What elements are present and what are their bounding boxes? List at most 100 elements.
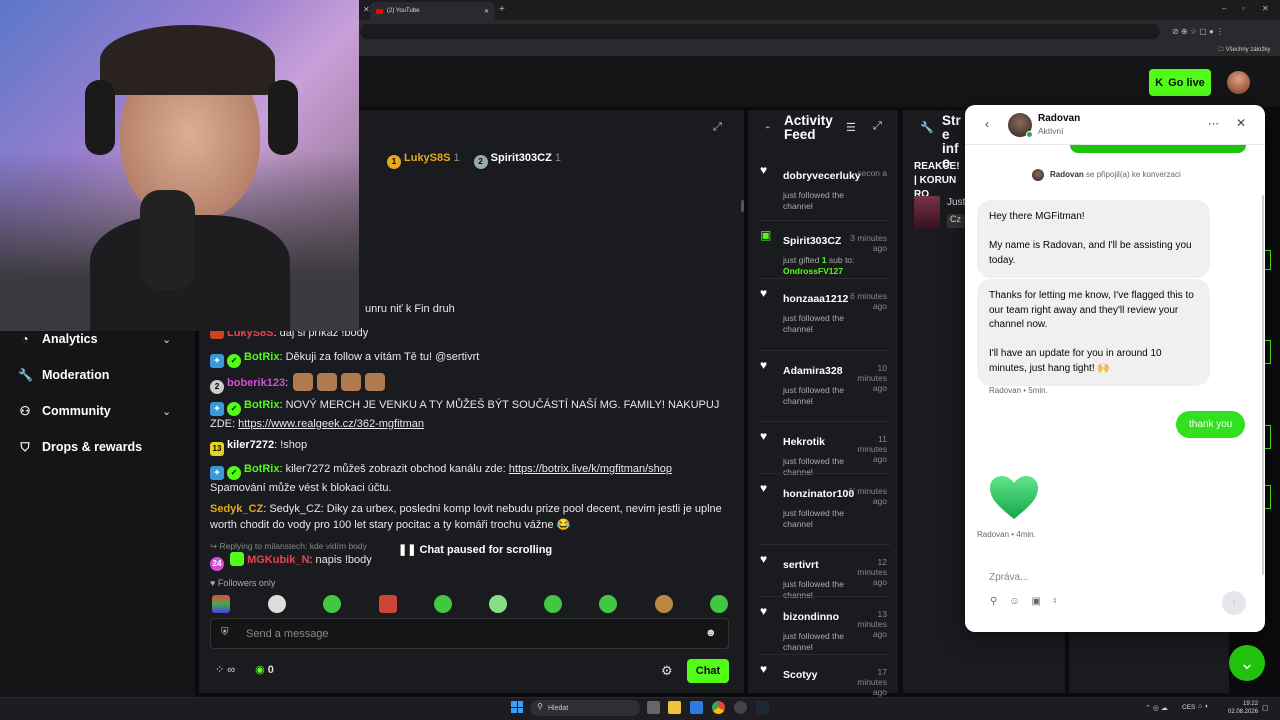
community-icon: ⚇ xyxy=(19,404,31,418)
message-text: Spamování může vést k blokaci účtu. xyxy=(210,482,392,494)
emote-icon[interactable] xyxy=(489,595,507,613)
emote-icon[interactable] xyxy=(212,595,230,613)
clock[interactable]: 19:22 02.08.2026 xyxy=(1228,700,1258,716)
username[interactable]: kiler7272 xyxy=(227,439,274,451)
chat-message-input[interactable]: Send a message xyxy=(210,618,729,649)
sidebar-item-label: Community xyxy=(42,404,111,418)
gift-icon: ⛉ xyxy=(20,440,30,454)
shield-icon[interactable]: ⛨ xyxy=(221,627,229,638)
emoji-picker-icon[interactable]: ☻ xyxy=(705,627,717,639)
notification-icon[interactable]: ◻ xyxy=(1262,703,1269,712)
webcam-overlay xyxy=(0,0,359,331)
network-icon[interactable]: ⌂ ◖ xyxy=(1198,703,1208,710)
username[interactable]: BotRix xyxy=(244,351,279,363)
sidebar-item-moderation[interactable]: 🔧 Moderation xyxy=(18,368,109,382)
all-bookmarks-link[interactable]: 🗀 Všechny záložky xyxy=(1218,45,1270,55)
activity-username[interactable]: Spirit303CZ xyxy=(783,235,841,247)
window-close-icon[interactable]: ✕ xyxy=(1262,4,1269,13)
chevron-down-icon[interactable]: ⌄ xyxy=(1229,645,1265,681)
viewers-stat[interactable]: ⁘ ∞ xyxy=(215,663,235,676)
tag-chip[interactable]: Cz xyxy=(947,214,965,228)
browser-tab-youtube[interactable]: (2) YouTube ✕ xyxy=(370,2,495,20)
sidebar-item-analytics[interactable]: ◔ Analytics xyxy=(18,332,97,346)
url-input[interactable] xyxy=(360,24,1160,39)
go-live-button[interactable]: K Go live xyxy=(1149,69,1211,96)
emote-icon[interactable] xyxy=(323,595,341,613)
chevron-down-icon[interactable]: ⌄ xyxy=(162,405,171,418)
rank-badge: 2 xyxy=(473,155,488,169)
extensions-icon[interactable]: ⊘ ⊕ ☆ ▢ ● ⋮ xyxy=(1172,27,1224,36)
username[interactable]: BotRix xyxy=(244,463,279,475)
maximize-icon[interactable]: ▫ xyxy=(1242,4,1245,13)
new-tab-icon[interactable]: + xyxy=(499,4,505,15)
agent-status: Aktivní xyxy=(1038,126,1064,136)
emote-icon[interactable] xyxy=(268,595,286,613)
agent-name: Radovan xyxy=(1038,113,1081,124)
activity-drag-icon[interactable]: ⌁ xyxy=(765,122,770,133)
chrome-icon[interactable] xyxy=(712,701,725,714)
emote-icon[interactable] xyxy=(544,595,562,613)
steam-icon[interactable] xyxy=(756,701,769,714)
username[interactable]: boberik123 xyxy=(227,377,285,389)
activity-username[interactable]: honzinator100 xyxy=(783,488,854,500)
green-heart-icon xyxy=(989,475,1039,521)
joined-avatar xyxy=(1032,169,1044,181)
filter-icon[interactable]: ☰ xyxy=(846,121,856,134)
sidebar-item-community[interactable]: ⚇ Community xyxy=(18,404,111,418)
divider xyxy=(760,473,890,474)
activity-username[interactable]: sertivrt xyxy=(783,559,819,571)
taskbar-search[interactable]: Hledat xyxy=(530,700,640,716)
app-icon[interactable] xyxy=(690,701,703,714)
chat-scrollbar[interactable] xyxy=(741,200,744,212)
language-indicator[interactable]: CES xyxy=(1182,704,1195,711)
activity-username[interactable]: Hekrotik xyxy=(783,436,825,448)
file-explorer-icon[interactable] xyxy=(668,701,681,714)
category-name[interactable]: Just xyxy=(947,197,965,208)
microphone-icon[interactable]: ♮ xyxy=(1053,596,1057,607)
more-options-icon[interactable]: ⋯ xyxy=(1208,117,1219,130)
close-icon[interactable]: ✕ xyxy=(1236,116,1246,130)
message-input[interactable]: Zpráva... xyxy=(989,572,1028,583)
emoji-icon[interactable]: ☺ xyxy=(1009,596,1019,607)
windows-start-icon[interactable] xyxy=(511,701,523,713)
send-icon[interactable]: ↑ xyxy=(1222,591,1246,615)
gif-icon[interactable]: ▣ xyxy=(1032,596,1041,607)
support-chat-widget: ‹ Radovan Aktivní ⋯ ✕ Radovan se připoji… xyxy=(965,105,1265,632)
emote-icon[interactable] xyxy=(655,595,673,613)
close-icon[interactable]: ✕ xyxy=(363,5,370,14)
back-icon[interactable]: ‹ xyxy=(985,117,989,131)
settings-gear-icon[interactable]: ⚙ xyxy=(661,663,673,679)
username[interactable]: Sedyk_CZ xyxy=(210,503,263,515)
tray-icons[interactable]: ⌃ ◎ ☁ xyxy=(1145,704,1168,712)
activity-username[interactable]: bizondinno xyxy=(783,611,839,623)
popout-icon[interactable]: ⤢ xyxy=(873,120,882,133)
popout-icon[interactable]: ⤢ xyxy=(713,121,722,134)
sidebar-item-drops-rewards[interactable]: ⛉ Drops & rewards xyxy=(18,440,142,454)
activity-description: just followed the channel xyxy=(783,579,844,600)
message-text: : !shop xyxy=(274,439,308,451)
gifter-item[interactable]: 1 LukyS8S 1 xyxy=(387,152,460,169)
message-link[interactable]: https://botrix.live/k/mgfitman/shop xyxy=(509,463,672,475)
attachment-icon[interactable]: ⚲ xyxy=(990,596,997,607)
message-link[interactable]: https://www.realgeek.cz/362-mgfitman xyxy=(238,418,424,430)
close-icon[interactable]: ✕ xyxy=(484,8,489,15)
user-avatar[interactable] xyxy=(1227,71,1250,94)
emote-icon[interactable] xyxy=(710,595,728,613)
activity-username[interactable]: Adamira328 xyxy=(783,365,843,377)
chevron-down-icon[interactable]: ⌄ xyxy=(162,333,171,346)
minimize-icon[interactable]: – xyxy=(1222,4,1226,13)
task-view-icon[interactable] xyxy=(647,701,660,714)
emote-icon[interactable] xyxy=(434,595,452,613)
gift-recipient[interactable]: OndrossFV127 xyxy=(783,266,843,276)
username[interactable]: MGKubik_N xyxy=(247,554,309,566)
emote-icon[interactable] xyxy=(599,595,617,613)
activity-username[interactable]: honzaaa1212 xyxy=(783,293,848,305)
activity-username[interactable]: Scotyy xyxy=(783,669,817,681)
widget-scrollbar[interactable] xyxy=(1262,195,1264,575)
username[interactable]: BotRix xyxy=(244,399,279,411)
send-chat-button[interactable]: Chat xyxy=(687,659,729,683)
app-icon[interactable] xyxy=(734,701,747,714)
kick-points-stat[interactable]: ◉ 0 xyxy=(255,663,274,676)
emote-icon[interactable] xyxy=(379,595,397,613)
gifter-item[interactable]: 2 Spirit303CZ 1 xyxy=(473,152,561,169)
